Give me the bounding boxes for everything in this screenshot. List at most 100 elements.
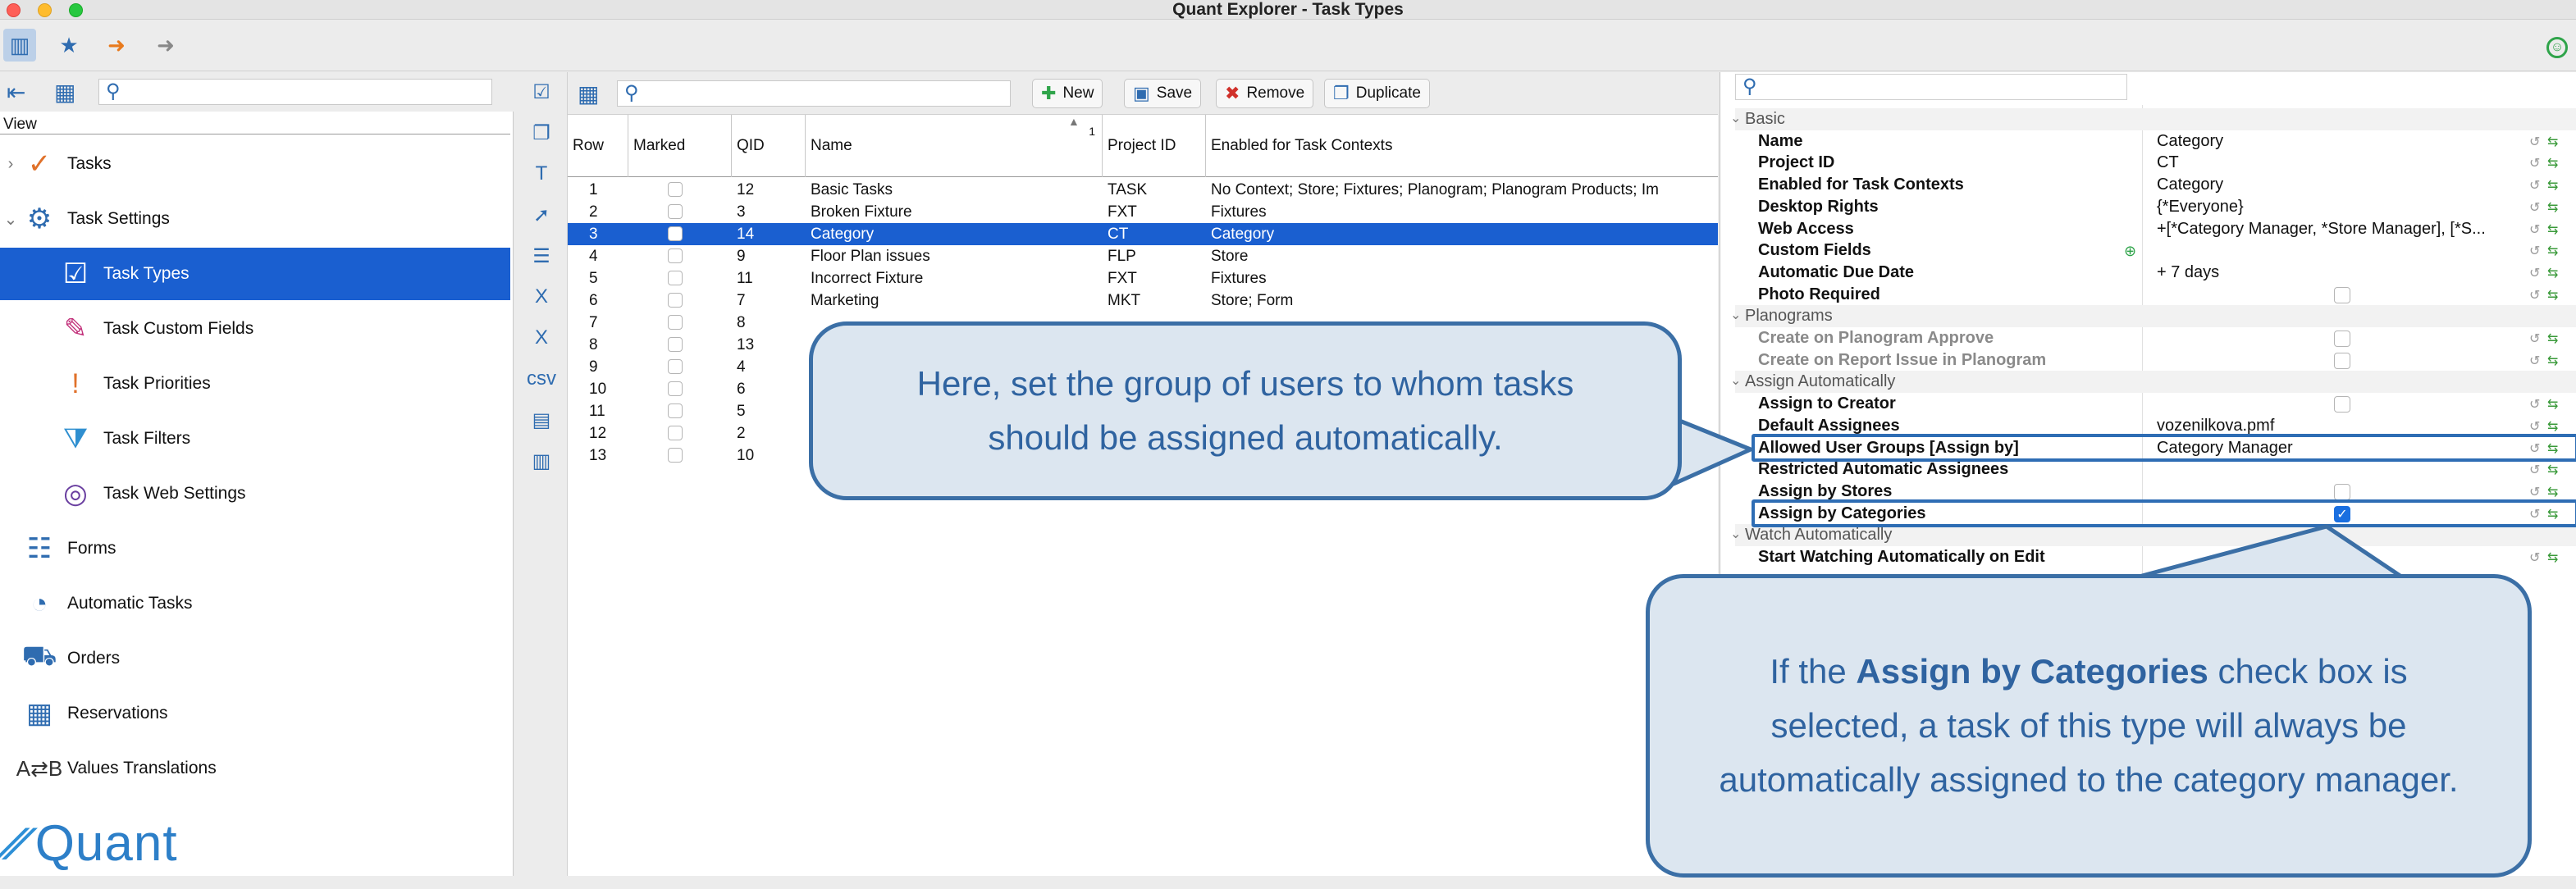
table-row[interactable]: 5 11 Incorrect Fixture FXT Fixtures bbox=[568, 267, 1718, 289]
nav-item-task-custom-fields[interactable]: ✎ Task Custom Fields bbox=[0, 303, 510, 355]
feedback-smiley-icon[interactable]: ☺ bbox=[2546, 37, 2568, 58]
nav-item-reservations[interactable]: ▦ Reservations bbox=[0, 687, 510, 740]
propagate-value-icon[interactable]: ⇆ bbox=[2547, 263, 2558, 285]
reset-value-icon[interactable]: ↺ bbox=[2529, 351, 2540, 373]
column-header-row[interactable]: Row bbox=[568, 115, 628, 177]
chevron-down-icon[interactable]: ⌄ bbox=[1730, 371, 1741, 393]
reset-value-icon[interactable]: ↺ bbox=[2529, 132, 2540, 154]
chart-icon[interactable]: ▥ bbox=[528, 448, 555, 474]
table-view-icon[interactable]: ▦ bbox=[578, 80, 599, 107]
table-row[interactable]: 6 7 Marketing MKT Store; Form bbox=[568, 289, 1718, 312]
property-row[interactable]: Restricted Automatic Assignees ↺ ⇆ bbox=[1735, 458, 2576, 481]
favorites-star-icon[interactable]: ★ bbox=[53, 29, 85, 62]
chevron-down-icon[interactable]: ⌄ bbox=[1730, 524, 1741, 546]
property-row[interactable]: Enabled for Task Contexts Category ↺ ⇆ bbox=[1735, 174, 2576, 196]
propagate-value-icon[interactable]: ⇆ bbox=[2547, 394, 2558, 417]
propagate-value-icon[interactable]: ⇆ bbox=[2547, 241, 2558, 263]
nav-item-task-filters[interactable]: ⧩ Task Filters bbox=[0, 413, 510, 465]
property-row[interactable]: Create on Planogram Approve ↺ ⇆ bbox=[1735, 327, 2576, 349]
text-template-icon[interactable]: T bbox=[528, 161, 555, 187]
add-custom-field-icon[interactable]: ⊕ bbox=[2124, 240, 2136, 262]
property-group-header[interactable]: ⌄ Watch Automatically bbox=[1730, 524, 2576, 546]
column-header-project-id[interactable]: Project ID bbox=[1103, 115, 1206, 177]
reset-value-icon[interactable]: ↺ bbox=[2529, 176, 2540, 198]
propagate-value-icon[interactable]: ⇆ bbox=[2547, 132, 2558, 154]
nav-item-task-types[interactable]: ☑ Task Types bbox=[0, 248, 510, 300]
nav-item-values-translations[interactable]: A⇄B Values Translations bbox=[0, 742, 510, 795]
property-value[interactable]: + 7 days bbox=[2157, 262, 2219, 284]
marked-checkbox[interactable] bbox=[668, 226, 683, 241]
marked-checkbox[interactable] bbox=[668, 448, 683, 463]
reset-value-icon[interactable]: ↺ bbox=[2529, 394, 2540, 417]
collapse-panel-icon[interactable]: ⇤ bbox=[7, 79, 25, 106]
property-checkbox[interactable] bbox=[2334, 331, 2350, 347]
chevron-down-icon[interactable]: ⌄ bbox=[0, 209, 21, 230]
chevron-down-icon[interactable]: ⌄ bbox=[1730, 305, 1741, 327]
property-checkbox[interactable] bbox=[2334, 483, 2350, 500]
chevron-right-icon[interactable]: › bbox=[0, 155, 21, 174]
table-settings-icon[interactable]: ▤ bbox=[528, 407, 555, 433]
property-row[interactable]: Automatic Due Date + 7 days ↺ ⇆ bbox=[1735, 262, 2576, 284]
property-value[interactable]: Category bbox=[2157, 130, 2223, 153]
marked-checkbox[interactable] bbox=[668, 359, 683, 374]
pointer-icon[interactable]: ➚ bbox=[528, 202, 555, 228]
document-list-icon[interactable]: ☰ bbox=[528, 243, 555, 269]
reset-value-icon[interactable]: ↺ bbox=[2529, 241, 2540, 263]
property-value[interactable]: {*Everyone} bbox=[2157, 196, 2244, 218]
propagate-value-icon[interactable]: ⇆ bbox=[2547, 153, 2558, 176]
chevron-down-icon[interactable]: ⌄ bbox=[1730, 108, 1741, 130]
column-header-enabled-contexts[interactable]: Enabled for Task Contexts bbox=[1206, 115, 1718, 177]
marked-checkbox[interactable] bbox=[668, 271, 683, 285]
property-value[interactable]: CT bbox=[2157, 152, 2179, 174]
table-row[interactable]: 4 9 Floor Plan issues FLP Store bbox=[568, 245, 1718, 267]
reset-value-icon[interactable]: ↺ bbox=[2529, 153, 2540, 176]
csv-export-icon[interactable]: csv bbox=[527, 366, 556, 392]
marked-checkbox[interactable] bbox=[668, 315, 683, 330]
nav-item-orders[interactable]: ⛟ Orders bbox=[0, 632, 510, 685]
remove-button[interactable]: ✖ Remove bbox=[1216, 79, 1314, 108]
nav-item-forms[interactable]: ☷ Forms bbox=[0, 522, 510, 575]
property-group-header[interactable]: ⌄ Assign Automatically bbox=[1730, 371, 2576, 394]
marked-checkbox[interactable] bbox=[668, 403, 683, 418]
nav-item-automatic-tasks[interactable]: ◔ Automatic Tasks bbox=[0, 577, 510, 630]
property-row[interactable]: Project ID CT ↺ ⇆ bbox=[1735, 152, 2576, 174]
marked-checkbox[interactable] bbox=[668, 204, 683, 219]
duplicate-button[interactable]: ❐ Duplicate bbox=[1324, 79, 1430, 108]
property-checkbox[interactable] bbox=[2334, 396, 2350, 413]
marked-checkbox[interactable] bbox=[668, 426, 683, 440]
forward-arrow-icon[interactable]: ➜ bbox=[149, 29, 182, 62]
marked-checkbox[interactable] bbox=[668, 293, 683, 308]
excel-import-icon[interactable]: X bbox=[528, 284, 555, 310]
property-group-header[interactable]: ⌄ Planograms bbox=[1730, 305, 2576, 327]
property-row[interactable]: Custom Fields ⊕ ↺ ⇆ bbox=[1735, 239, 2576, 262]
table-row[interactable]: 1 12 Basic Tasks TASK No Context; Store; Fix… bbox=[568, 179, 1718, 201]
propagate-value-icon[interactable]: ⇆ bbox=[2547, 220, 2558, 242]
property-value[interactable]: Category bbox=[2157, 174, 2223, 196]
propagate-value-icon[interactable]: ⇆ bbox=[2547, 198, 2558, 220]
check-list-icon[interactable]: ☑ bbox=[528, 79, 555, 105]
property-row[interactable]: Name Category ↺ ⇆ bbox=[1735, 130, 2576, 153]
column-header-qid[interactable]: QID bbox=[732, 115, 806, 177]
property-value[interactable]: +[*Category Manager, *Store Manager], [*… bbox=[2157, 218, 2486, 240]
grid-view-icon[interactable]: ▦ bbox=[54, 79, 75, 106]
excel-export-icon[interactable]: X bbox=[528, 325, 555, 351]
sidebar-toggle-icon[interactable]: ▥ bbox=[3, 29, 36, 62]
reset-value-icon[interactable]: ↺ bbox=[2529, 285, 2540, 308]
nav-item-task-web-settings[interactable]: ◎ Task Web Settings bbox=[0, 467, 510, 520]
marked-checkbox[interactable] bbox=[668, 248, 683, 263]
property-row[interactable]: Desktop Rights {*Everyone} ↺ ⇆ bbox=[1735, 196, 2576, 218]
nav-item-task-settings[interactable]: ⌄ ⚙ Task Settings bbox=[0, 193, 510, 245]
property-checkbox[interactable] bbox=[2334, 286, 2350, 303]
back-arrow-icon[interactable]: ➜ bbox=[100, 29, 133, 62]
propagate-value-icon[interactable]: ⇆ bbox=[2547, 548, 2558, 570]
property-row[interactable]: Web Access +[*Category Manager, *Store Ma… bbox=[1735, 218, 2576, 240]
marked-checkbox[interactable] bbox=[668, 337, 683, 352]
table-row[interactable]: 3 14 Category CT Category bbox=[568, 223, 1718, 245]
copy-icon[interactable]: ❐ bbox=[528, 120, 555, 146]
table-row[interactable]: 2 3 Broken Fixture FXT Fixtures bbox=[568, 201, 1718, 223]
propagate-value-icon[interactable]: ⇆ bbox=[2547, 351, 2558, 373]
reset-value-icon[interactable]: ↺ bbox=[2529, 198, 2540, 220]
marked-checkbox[interactable] bbox=[668, 381, 683, 396]
property-row[interactable]: Create on Report Issue in Planogram ↺ ⇆ bbox=[1735, 349, 2576, 372]
marked-checkbox[interactable] bbox=[668, 182, 683, 197]
